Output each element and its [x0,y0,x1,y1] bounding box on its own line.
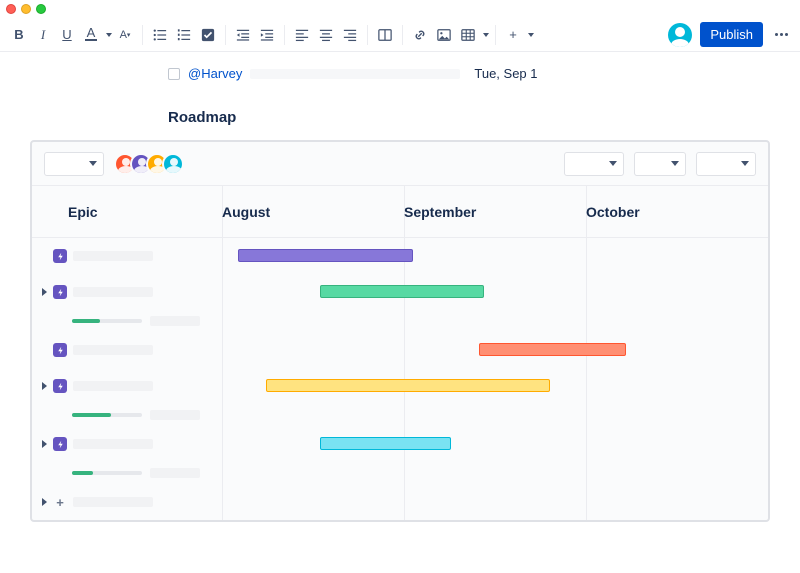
task-checkbox[interactable] [168,68,180,80]
numbered-list-button[interactable] [173,23,195,47]
expand-caret[interactable] [42,288,47,296]
image-button[interactable] [433,23,455,47]
user-avatar[interactable] [668,23,692,47]
progress-row [32,310,768,332]
roadmap-embed: Epic August September October + [30,140,770,522]
roadmap-row [32,238,768,274]
placeholder-text [73,251,153,261]
month-header: August [222,204,404,220]
timeline-bar[interactable] [266,379,550,392]
placeholder-text [73,497,153,507]
placeholder-text [250,69,460,79]
epic-icon [53,249,67,263]
editor-toolbar: B I U A A▾ + Publish [0,18,800,52]
mention-chip[interactable]: @Harvey [188,66,242,81]
assignee-avatars[interactable] [114,153,184,175]
roadmap-row [32,426,768,462]
progress-bar [72,319,142,323]
epic-icon [53,437,67,451]
outdent-button[interactable] [232,23,254,47]
strikethrough-button[interactable]: A▾ [114,23,136,47]
timeline-bar[interactable] [320,437,451,450]
underline-button[interactable]: U [56,23,78,47]
timeline-bar[interactable] [238,249,413,262]
placeholder-text [73,439,153,449]
placeholder-text [73,287,153,297]
roadmap-filter-select[interactable] [44,152,104,176]
table-button[interactable] [457,23,479,47]
window-zoom-button[interactable] [36,4,46,14]
roadmap-body: Epic August September October + [32,186,768,520]
align-left-button[interactable] [291,23,313,47]
epic-icon [53,343,67,357]
text-color-button[interactable]: A [80,23,102,47]
insert-dropdown[interactable] [528,33,534,37]
date-chip[interactable]: Tue, Sep 1 [474,66,537,81]
layout-button[interactable] [374,23,396,47]
window-close-button[interactable] [6,4,16,14]
placeholder-text [73,345,153,355]
roadmap-view-select[interactable] [564,152,624,176]
epic-column-header: Epic [32,204,222,220]
placeholder-text [150,316,200,326]
timeline-bar[interactable] [479,343,626,356]
align-right-button[interactable] [339,23,361,47]
roadmap-row [32,368,768,404]
window-minimize-button[interactable] [21,4,31,14]
roadmap-zoom-select[interactable] [634,152,686,176]
window-titlebar [0,0,800,18]
bold-button[interactable]: B [8,23,30,47]
link-button[interactable] [409,23,431,47]
timeline-bar[interactable] [320,285,484,298]
expand-caret[interactable] [42,440,47,448]
month-header: October [586,204,768,220]
italic-button[interactable]: I [32,23,54,47]
progress-row [32,462,768,484]
roadmap-row [32,332,768,368]
epic-icon [53,285,67,299]
expand-caret[interactable] [42,498,47,506]
placeholder-text [150,468,200,478]
expand-caret[interactable] [42,382,47,390]
progress-row [32,404,768,426]
checklist-button[interactable] [197,23,219,47]
roadmap-row [32,274,768,310]
align-center-button[interactable] [315,23,337,47]
publish-button[interactable]: Publish [700,22,763,47]
roadmap-header-row: Epic August September October [32,186,768,238]
insert-button[interactable]: + [502,23,524,47]
table-dropdown[interactable] [483,33,489,37]
avatar[interactable] [162,153,184,175]
epic-icon [53,379,67,393]
progress-bar [72,413,142,417]
progress-bar [72,471,142,475]
text-color-dropdown[interactable] [106,33,112,37]
roadmap-settings-select[interactable] [696,152,756,176]
document-body: @Harvey Tue, Sep 1 Roadmap [0,52,800,126]
indent-button[interactable] [256,23,278,47]
section-heading: Roadmap [168,109,760,126]
placeholder-text [150,410,200,420]
bullet-list-button[interactable] [149,23,171,47]
add-epic-icon[interactable]: + [53,495,67,509]
roadmap-rows: + [32,238,768,520]
month-header: September [404,204,586,220]
roadmap-toolbar [32,142,768,186]
more-menu-button[interactable] [771,33,792,36]
placeholder-text [73,381,153,391]
task-row: @Harvey Tue, Sep 1 [168,66,760,81]
roadmap-row: + [32,484,768,520]
